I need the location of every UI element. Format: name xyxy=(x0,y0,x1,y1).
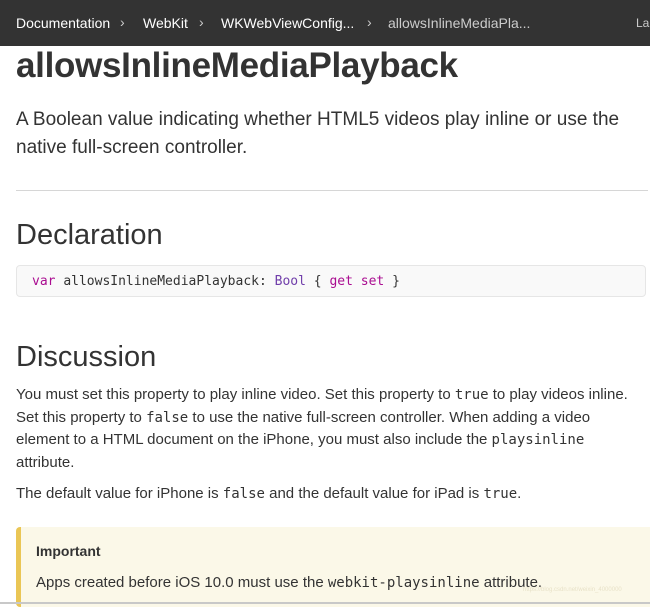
watermark: https://blog.csdn.net/weixin_4000000 xyxy=(523,587,622,593)
important-text: Apps created before iOS 10.0 must use th… xyxy=(36,574,542,591)
chevron-right-icon: › xyxy=(120,14,125,30)
divider xyxy=(16,190,648,191)
code-true: true xyxy=(454,387,489,403)
code-close-brace: } xyxy=(392,274,400,289)
declaration-code-block: var allowsInlineMediaPlayback: Bool { ge… xyxy=(16,265,646,297)
code-type-bool[interactable]: Bool xyxy=(275,274,306,289)
chevron-right-icon: › xyxy=(199,14,204,30)
code-open-brace: { xyxy=(313,274,322,289)
declaration-heading: Declaration xyxy=(16,219,163,251)
important-title: Important xyxy=(36,543,101,559)
chevron-right-icon: › xyxy=(367,14,372,30)
code-property-name: allowsInlineMediaPlayback: xyxy=(63,274,267,289)
code-false: false xyxy=(146,409,189,426)
text: and the default value for iPad is xyxy=(264,485,484,502)
text: You must set this property to play inlin… xyxy=(16,386,455,403)
discussion-heading: Discussion xyxy=(16,341,157,373)
code-false: false xyxy=(222,486,265,502)
breadcrumb-webkit[interactable]: WebKit xyxy=(143,15,188,31)
breadcrumb-wkwebviewconfiguration[interactable]: WKWebViewConfig... xyxy=(221,15,354,31)
page-title: allowsInlineMediaPlayback xyxy=(16,46,458,85)
code-webkit-playsinline: webkit-playsinline xyxy=(327,575,480,591)
discussion-paragraph-1: You must set this property to play inlin… xyxy=(16,384,640,474)
text: Apps created before iOS 10.0 must use th… xyxy=(36,574,328,591)
breadcrumb-documentation[interactable]: Documentation xyxy=(16,15,110,31)
text: attribute. xyxy=(16,453,75,471)
important-aside: Important Apps created before iOS 10.0 m… xyxy=(16,527,650,607)
language-selector[interactable]: La xyxy=(636,16,649,30)
discussion-paragraph-2: The default value for iPhone is false an… xyxy=(16,483,640,506)
page-abstract: A Boolean value indicating whether HTML5… xyxy=(16,109,620,158)
code-keyword-set: set xyxy=(360,274,385,289)
text: . xyxy=(517,485,522,502)
code-keyword-get: get xyxy=(329,274,353,289)
breadcrumb-current-page: allowsInlineMediaPla... xyxy=(388,15,531,31)
breadcrumb-bar: Documentation › WebKit › WKWebViewConfig… xyxy=(0,0,650,46)
code-true: true xyxy=(483,486,518,502)
code-keyword-var: var xyxy=(32,274,56,289)
text: The default value for iPhone is xyxy=(16,485,223,502)
code-playsinline: playsinline xyxy=(491,432,585,448)
